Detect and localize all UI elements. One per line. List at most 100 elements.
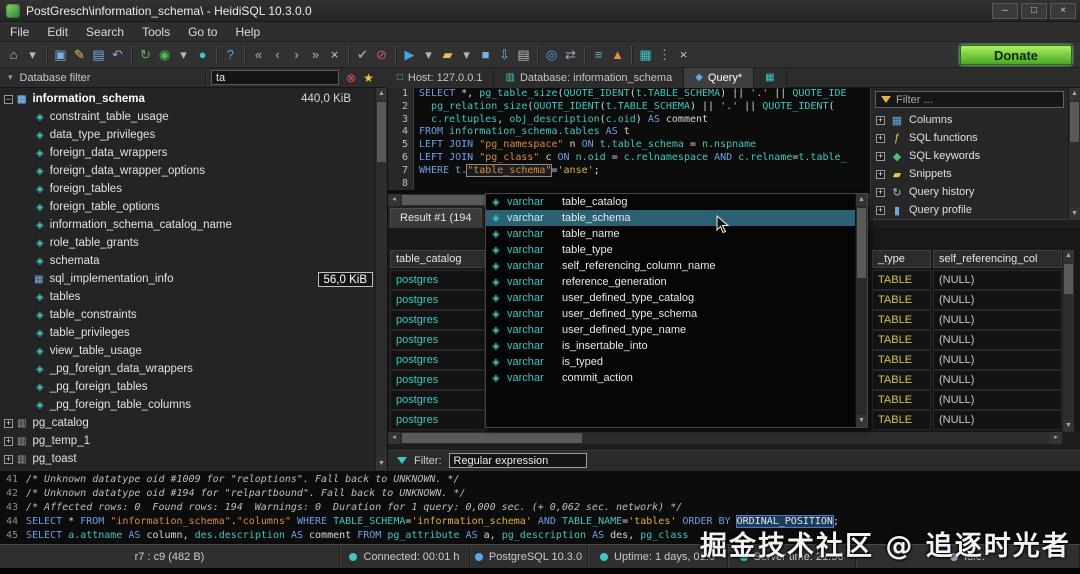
open-file-icon[interactable]: ▰: [438, 45, 457, 65]
close-tab-icon[interactable]: ×: [674, 45, 693, 65]
editor-line[interactable]: 8: [388, 178, 870, 191]
grid-cell[interactable]: (NULL): [933, 270, 1062, 290]
export-icon[interactable]: ⇩: [495, 45, 514, 65]
tree-item-_pg_foreign_table_columns[interactable]: ◈_pg_foreign_table_columns: [0, 396, 387, 414]
sql-editor[interactable]: 1SELECT *, pg_table_size(QUOTE_IDENT(t.T…: [388, 88, 870, 194]
scroll-left-icon[interactable]: ◂: [388, 432, 400, 444]
post-changes-icon[interactable]: ✔: [353, 45, 372, 65]
editor-line[interactable]: 7WHERE t."table_schema"='anse';: [388, 165, 870, 178]
autocomplete-item-user_defined_type_catalog[interactable]: ◈varcharuser_defined_type_catalog: [486, 290, 867, 306]
discard-icon[interactable]: ⊘: [372, 45, 391, 65]
editor-line[interactable]: 5LEFT JOIN "pg_namespace" n ON t.table_s…: [388, 139, 870, 152]
more-icon[interactable]: ⋮: [655, 45, 674, 65]
warning-icon[interactable]: ▲: [608, 45, 627, 65]
help-icon[interactable]: ?: [221, 45, 240, 65]
grid-cell[interactable]: postgres: [390, 330, 485, 350]
cancel-grid-icon[interactable]: ×: [325, 45, 344, 65]
editor-line[interactable]: 1SELECT *, pg_table_size(QUOTE_IDENT(t.T…: [388, 88, 870, 101]
copy-grid-icon[interactable]: ▤: [89, 45, 108, 65]
grid-filter-input[interactable]: [449, 453, 587, 468]
expander-icon[interactable]: +: [4, 419, 13, 428]
grid-cell[interactable]: TABLE: [872, 390, 931, 410]
helper-filter-box[interactable]: Filter ...: [875, 91, 1064, 108]
tree-item-schemata[interactable]: ◈schemata: [0, 252, 387, 270]
minimize-button[interactable]: –: [992, 3, 1018, 19]
grid-view-icon[interactable]: ▦: [636, 45, 655, 65]
grid-cell[interactable]: TABLE: [872, 350, 931, 370]
close-button[interactable]: ×: [1050, 3, 1076, 19]
grid-cell[interactable]: postgres: [390, 410, 485, 430]
autocomplete-item-is_typed[interactable]: ◈varcharis_typed: [486, 354, 867, 370]
expander-icon[interactable]: +: [876, 152, 885, 161]
replace-icon[interactable]: ⇄: [561, 45, 580, 65]
grid-cell[interactable]: TABLE: [872, 270, 931, 290]
autocomplete-item-table_type[interactable]: ◈varchartable_type: [486, 242, 867, 258]
column-header-self_referencing_col[interactable]: self_referencing_col: [933, 250, 1062, 268]
autocomplete-item-user_defined_type_schema[interactable]: ◈varcharuser_defined_type_schema: [486, 306, 867, 322]
refresh-icon[interactable]: ↻: [136, 45, 155, 65]
session-manager-icon[interactable]: ⌂: [4, 45, 23, 65]
prev-record-icon[interactable]: ‹: [268, 45, 287, 65]
grid-cell[interactable]: postgres: [390, 270, 485, 290]
undo-icon[interactable]: ↶: [108, 45, 127, 65]
autocomplete-item-commit_action[interactable]: ◈varcharcommit_action: [486, 370, 867, 386]
print-icon[interactable]: ▤: [514, 45, 533, 65]
grid-cell[interactable]: (NULL): [933, 350, 1062, 370]
scroll-down-icon[interactable]: ▼: [1063, 420, 1074, 432]
menu-help[interactable]: Help: [235, 25, 260, 39]
table-filter-input[interactable]: [216, 72, 334, 84]
status-dot-icon[interactable]: ●: [193, 45, 212, 65]
tree-item-tables[interactable]: ◈tables: [0, 288, 387, 306]
edit-icon[interactable]: ✎: [70, 45, 89, 65]
grid-cell[interactable]: postgres: [390, 370, 485, 390]
grid-hscrollbar[interactable]: ◂ ▸: [388, 432, 1062, 444]
scroll-down-icon[interactable]: ▼: [376, 458, 387, 470]
grid-cell[interactable]: (NULL): [933, 370, 1062, 390]
editor-line[interactable]: 6LEFT JOIN "pg_class" c ON n.oid = c.rel…: [388, 152, 870, 165]
expander-icon[interactable]: +: [876, 116, 885, 125]
scrollbar-thumb[interactable]: [1064, 264, 1073, 294]
tree-item-pg_toast[interactable]: +▥pg_toast: [0, 450, 387, 468]
rp-snippets[interactable]: +▰Snippets: [871, 165, 1080, 183]
grid-vscrollbar[interactable]: ▲ ▼: [1062, 250, 1074, 432]
tree-item-foreign_data_wrapper_options[interactable]: ◈foreign_data_wrapper_options: [0, 162, 387, 180]
result-tab[interactable]: Result #1 (194: [390, 208, 482, 227]
rp-sql-functions[interactable]: +ƒSQL functions: [871, 129, 1080, 147]
scrollbar-thumb[interactable]: [1070, 102, 1079, 142]
tree-item-_pg_foreign_tables[interactable]: ◈_pg_foreign_tables: [0, 378, 387, 396]
tab-new-query[interactable]: ▦: [754, 68, 786, 88]
grid-cell[interactable]: TABLE: [872, 370, 931, 390]
tree-item-foreign_tables[interactable]: ◈foreign_tables: [0, 180, 387, 198]
expander-icon[interactable]: −: [4, 95, 13, 104]
donate-button[interactable]: Donate: [960, 45, 1072, 65]
scroll-up-icon[interactable]: ▲: [856, 194, 867, 206]
tree-item-constraint_table_usage[interactable]: ◈constraint_table_usage: [0, 108, 387, 126]
menu-go-to[interactable]: Go to: [188, 25, 217, 39]
expander-icon[interactable]: +: [876, 134, 885, 143]
tree-item-sql_implementation_info[interactable]: ▦sql_implementation_info56,0 KiB: [0, 270, 387, 288]
tree-item-information_schema[interactable]: −▦information_schema440,0 KiB: [0, 90, 387, 108]
scroll-up-icon[interactable]: ▲: [1063, 250, 1074, 262]
tree-item-view_table_usage[interactable]: ◈view_table_usage: [0, 342, 387, 360]
expander-icon[interactable]: +: [4, 455, 13, 464]
expander-icon[interactable]: +: [4, 437, 13, 446]
editor-line[interactable]: 2 pg_relation_size(QUOTE_IDENT(t.TABLE_S…: [388, 101, 870, 114]
maximize-button[interactable]: □: [1021, 3, 1047, 19]
open-caret-icon[interactable]: ▾: [457, 45, 476, 65]
first-record-icon[interactable]: «: [249, 45, 268, 65]
grid-cell[interactable]: (NULL): [933, 410, 1062, 430]
scroll-up-icon[interactable]: ▲: [376, 88, 387, 100]
autocomplete-item-reference_generation[interactable]: ◈varcharreference_generation: [486, 274, 867, 290]
tree-item-pg_catalog[interactable]: +▥pg_catalog: [0, 414, 387, 432]
database-filter-combo[interactable]: ▾ Database filter: [0, 72, 200, 84]
tab-host[interactable]: □Host: 127.0.0.1: [386, 68, 495, 88]
save-icon[interactable]: ■: [476, 45, 495, 65]
column-header-_type[interactable]: _type: [872, 250, 931, 268]
grid-cell[interactable]: postgres: [390, 310, 485, 330]
scroll-right-icon[interactable]: ▸: [1050, 432, 1062, 444]
tree-item-table_constraints[interactable]: ◈table_constraints: [0, 306, 387, 324]
tree-scrollbar[interactable]: ▲ ▼: [375, 88, 387, 470]
tree-item-foreign_data_wrappers[interactable]: ◈foreign_data_wrappers: [0, 144, 387, 162]
connect-icon[interactable]: ◉: [155, 45, 174, 65]
tab-database[interactable]: ▥Database: information_schema: [494, 68, 684, 88]
